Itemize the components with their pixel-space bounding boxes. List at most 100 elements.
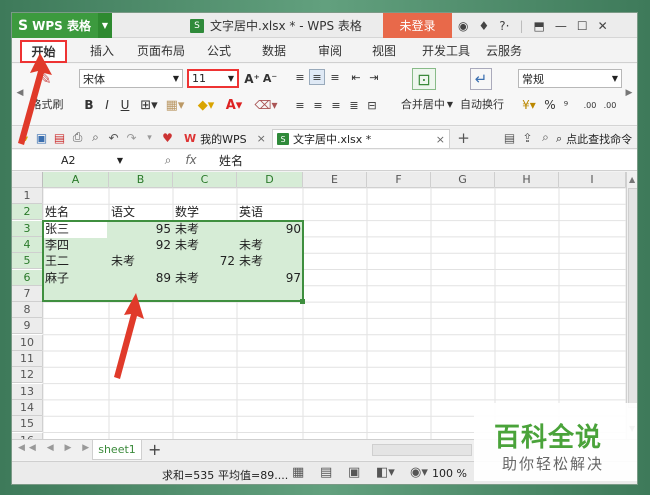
- align-right-icon[interactable]: ≡: [329, 97, 343, 113]
- tab-developer[interactable]: 开发工具: [422, 42, 470, 59]
- table-cell[interactable]: 麻子: [43, 270, 109, 286]
- wrap-text-icon[interactable]: ↵: [470, 68, 492, 90]
- redo-icon[interactable]: ↷: [124, 130, 139, 145]
- page-layout-icon[interactable]: ▤: [320, 465, 332, 480]
- indent-decrease-icon[interactable]: ⇤: [349, 69, 363, 85]
- tab-cloud[interactable]: 云服务: [486, 42, 522, 59]
- page-break-icon[interactable]: ▣: [348, 465, 360, 480]
- table-cell[interactable]: 未考: [173, 237, 237, 253]
- export-pdf-icon[interactable]: ▤: [52, 130, 67, 145]
- table-cell[interactable]: 未考: [237, 237, 303, 253]
- normal-view-icon[interactable]: ▦: [292, 465, 304, 480]
- command-search[interactable]: ⌕ 点此查找命令: [552, 129, 636, 148]
- merge-center-button[interactable]: 合并居中 ▼: [397, 96, 457, 112]
- table-cell[interactable]: 92: [109, 237, 173, 253]
- customize-quickbar-icon[interactable]: ▾: [142, 130, 157, 145]
- align-bottom-icon[interactable]: ≡: [328, 69, 342, 85]
- find-icon[interactable]: ⌕: [538, 130, 553, 145]
- align-top-icon[interactable]: ≡: [293, 69, 307, 85]
- formula-input[interactable]: 姓名: [216, 151, 634, 170]
- save-icon[interactable]: ▣: [34, 130, 49, 145]
- table-cell[interactable]: 未考: [173, 221, 237, 237]
- font-name-select[interactable]: 宋体 ▼: [79, 69, 183, 88]
- table-cell[interactable]: 姓名: [43, 204, 109, 220]
- font-color-icon[interactable]: A▾: [222, 96, 246, 114]
- login-button[interactable]: 未登录: [383, 13, 452, 38]
- table-cell[interactable]: 97: [237, 270, 303, 286]
- close-icon[interactable]: ✕: [598, 19, 608, 33]
- table-cell[interactable]: 90: [237, 221, 303, 237]
- bold-button[interactable]: B: [82, 96, 96, 114]
- new-tab-icon[interactable]: +: [456, 129, 471, 147]
- zoom-level[interactable]: 100 %: [432, 467, 467, 480]
- tab-insert[interactable]: 插入: [90, 42, 114, 59]
- tab-my-wps[interactable]: W 我的WPS ×: [180, 129, 270, 148]
- align-middle-icon[interactable]: ≡: [309, 69, 325, 85]
- open-folder-icon[interactable]: ▰: [16, 130, 31, 145]
- chevron-down-icon[interactable]: ▼: [98, 13, 112, 38]
- print-icon[interactable]: ⎙: [70, 130, 85, 145]
- table-cell[interactable]: 89: [109, 270, 173, 286]
- maximize-icon[interactable]: ☐: [577, 19, 588, 33]
- skin-icon[interactable]: ◉: [458, 19, 468, 33]
- table-cell[interactable]: 未考: [109, 253, 173, 269]
- tab-document[interactable]: S 文字居中.xlsx * ×: [272, 129, 450, 148]
- table-cell[interactable]: 语文: [109, 204, 173, 220]
- table-cell[interactable]: 未考: [173, 270, 237, 286]
- eye-protect-icon[interactable]: ◉▾: [410, 465, 428, 480]
- indent-increase-icon[interactable]: ⇥: [367, 69, 381, 85]
- italic-button[interactable]: I: [100, 96, 114, 114]
- decrease-decimal-button[interactable]: .00: [602, 96, 618, 114]
- ribbon-right-scroll[interactable]: ▶: [624, 78, 634, 108]
- name-box[interactable]: A2 ▼: [48, 151, 126, 170]
- thousands-button[interactable]: ⁹: [560, 96, 572, 114]
- spreadsheet-grid[interactable]: A B C D E F G H I 1234567891011121314151…: [12, 172, 626, 439]
- document-icon[interactable]: ▤: [502, 130, 517, 145]
- undo-icon[interactable]: ↶: [106, 130, 121, 145]
- tab-formulas[interactable]: 公式: [207, 42, 231, 59]
- number-format-select[interactable]: 常规 ▼: [518, 69, 622, 88]
- shirt-icon[interactable]: ♦: [478, 19, 489, 33]
- format-brush-icon[interactable]: ✎: [30, 68, 60, 88]
- app-menu-button[interactable]: S WPS 表格 ▼: [12, 13, 112, 38]
- grow-font-button[interactable]: A⁺: [244, 69, 260, 88]
- wps-heart-icon[interactable]: ♥: [160, 130, 175, 145]
- ribbon-left-scroll[interactable]: ◀: [16, 78, 24, 108]
- percent-button[interactable]: %: [544, 96, 556, 114]
- distribute-icon[interactable]: ⊟: [365, 97, 379, 113]
- table-cell[interactable]: 英语: [237, 204, 303, 220]
- shrink-font-button[interactable]: A⁻: [262, 69, 278, 88]
- table-cell[interactable]: 王二: [43, 253, 109, 269]
- tab-home[interactable]: 开始: [20, 40, 67, 63]
- minimize-icon[interactable]: —: [555, 19, 567, 33]
- insert-function-button[interactable]: fx: [182, 152, 200, 168]
- reading-mode-icon[interactable]: ◧▾: [376, 465, 395, 480]
- tab-data[interactable]: 数据: [262, 42, 286, 59]
- zoom-search-icon[interactable]: ⌕: [160, 152, 176, 168]
- table-cell[interactable]: 张三: [43, 221, 109, 237]
- tab-review[interactable]: 审阅: [318, 42, 342, 59]
- help-icon[interactable]: ?·: [499, 19, 509, 33]
- tab-page-layout[interactable]: 页面布局: [137, 42, 185, 59]
- currency-icon[interactable]: ¥▾: [518, 96, 540, 114]
- fill-color-icon[interactable]: ◆▾: [194, 96, 218, 114]
- table-cell[interactable]: 未考: [237, 253, 303, 269]
- table-cell[interactable]: 李四: [43, 237, 109, 253]
- close-icon[interactable]: ×: [436, 133, 445, 146]
- align-center-icon[interactable]: ≡: [311, 97, 325, 113]
- add-sheet-button[interactable]: +: [148, 440, 161, 459]
- share-icon[interactable]: ⇪: [520, 130, 535, 145]
- vertical-scrollbar[interactable]: ▲ ▼: [626, 172, 637, 439]
- table-cell[interactable]: 数学: [173, 204, 237, 220]
- table-cell[interactable]: 72: [173, 253, 237, 269]
- scroll-thumb[interactable]: [628, 188, 637, 408]
- border-icon[interactable]: ⊞▾: [138, 96, 160, 114]
- table-cell[interactable]: 95: [109, 221, 173, 237]
- increase-decimal-button[interactable]: .00: [582, 96, 598, 114]
- restore-window-icon[interactable]: ⬒: [533, 19, 544, 33]
- format-brush-label[interactable]: 格式刷: [26, 96, 68, 112]
- close-icon[interactable]: ×: [257, 132, 266, 145]
- tab-view[interactable]: 视图: [372, 42, 396, 59]
- horizontal-scrollbar[interactable]: [372, 444, 472, 456]
- fill-handle[interactable]: [300, 299, 305, 304]
